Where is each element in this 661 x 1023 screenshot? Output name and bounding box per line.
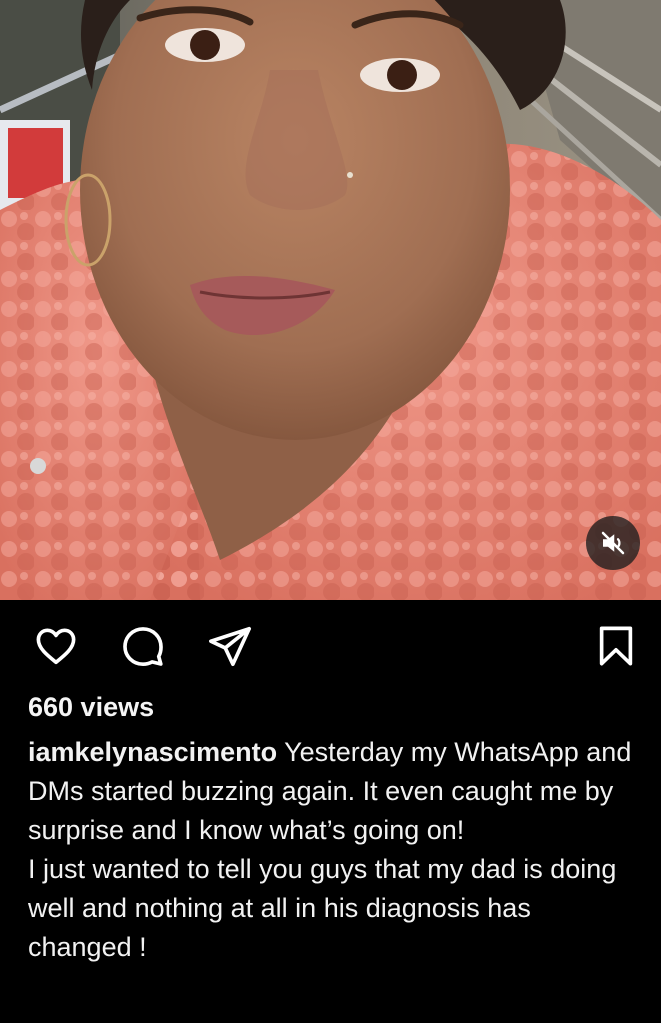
- speech-bubble-icon: [123, 627, 163, 667]
- speaker-muted-icon: [601, 531, 625, 555]
- video-frame: [0, 0, 661, 600]
- post-caption: iamkelynascimento Yesterday my WhatsApp …: [28, 733, 640, 967]
- bookmark-icon: [599, 626, 633, 666]
- post-details: 660 views iamkelynascimento Yesterday my…: [0, 600, 661, 1023]
- save-button[interactable]: [590, 620, 642, 672]
- share-button[interactable]: [204, 620, 256, 672]
- heart-icon: [36, 628, 76, 665]
- view-count: 660 views: [28, 692, 155, 722]
- video-player[interactable]: [0, 0, 661, 600]
- action-bar: [0, 620, 661, 676]
- caption-text-continued: I just wanted to tell you guys that my d…: [28, 854, 617, 962]
- comment-button[interactable]: [117, 620, 169, 672]
- caption-paragraph: iamkelynascimento Yesterday my WhatsApp …: [28, 733, 640, 850]
- username-link[interactable]: iamkelynascimento: [28, 737, 277, 767]
- paper-plane-icon: [209, 626, 251, 667]
- mute-toggle-button[interactable]: [586, 516, 640, 570]
- like-button[interactable]: [30, 620, 82, 672]
